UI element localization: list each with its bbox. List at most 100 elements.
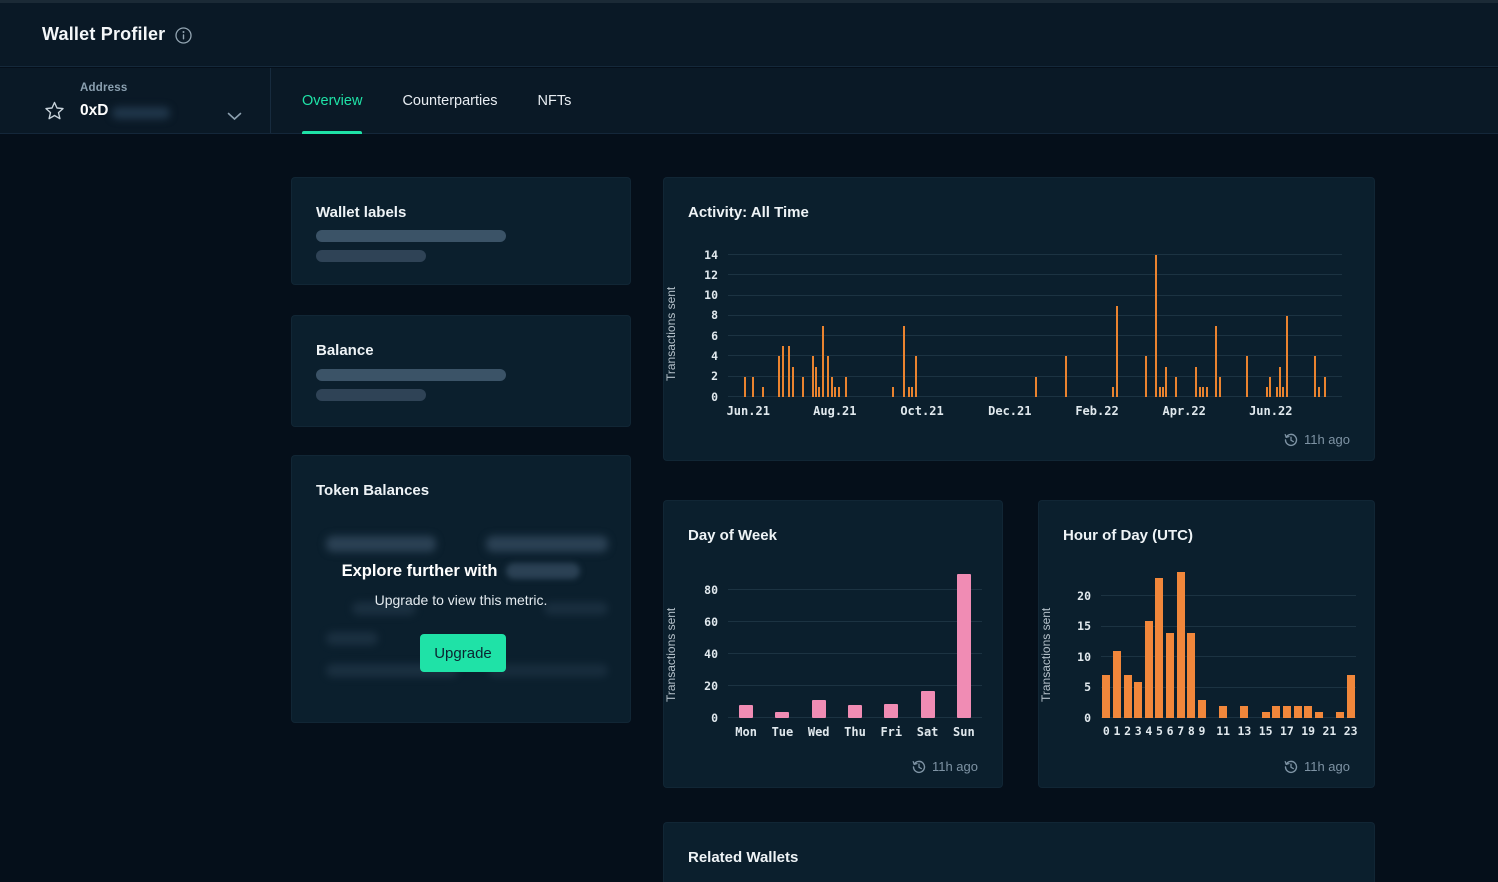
x-axis-tick: Aug.21 [813, 405, 856, 417]
tab-nfts[interactable]: NFTs [538, 68, 572, 133]
chart-bar [921, 691, 935, 718]
gridline [728, 685, 982, 686]
wallet-labels-card: Wallet labels [291, 177, 631, 285]
x-axis-tick: 2 [1124, 726, 1131, 738]
x-axis-tick: 4 [1145, 726, 1152, 738]
x-axis-tick: 13 [1238, 726, 1252, 738]
chart-bar [1165, 367, 1167, 397]
vertical-divider [270, 68, 271, 133]
chart-bar [1304, 706, 1312, 718]
chart-bar [1246, 356, 1248, 397]
chart-bar [1219, 377, 1221, 397]
blurred-token-row [326, 632, 378, 645]
upgrade-button[interactable]: Upgrade [420, 634, 506, 672]
tab-bar: Overview Counterparties NFTs [302, 68, 571, 133]
chart-bar [1279, 367, 1281, 397]
upgrade-overlay-heading: Explore further with [292, 562, 630, 581]
x-axis-tick: 3 [1135, 726, 1142, 738]
tab-overview[interactable]: Overview [302, 68, 362, 133]
address-redacted-blur [112, 107, 170, 119]
hour-last-updated: 11h ago [1284, 759, 1350, 774]
chart-bar [822, 326, 824, 397]
chart-bar [1155, 255, 1157, 397]
chart-bar [1199, 387, 1201, 397]
gridline [728, 621, 982, 622]
activity-chart-title: Activity: All Time [688, 204, 809, 221]
chart-bar [775, 712, 789, 718]
blurred-token-row [486, 536, 608, 552]
address-selector[interactable]: Address 0xD [0, 68, 270, 133]
x-axis-tick: Tue [772, 726, 794, 738]
chart-bar [1272, 706, 1280, 718]
y-axis-tick: 5 [1084, 682, 1091, 694]
skeleton-pill [316, 250, 426, 262]
gridline [728, 315, 1342, 316]
gridline [728, 355, 1342, 356]
chart-bar [1206, 387, 1208, 397]
chart-bar [908, 387, 910, 397]
y-axis-tick: 80 [704, 584, 718, 596]
x-axis-tick: 11 [1216, 726, 1230, 738]
chart-bar [884, 704, 898, 718]
chart-bar [1283, 706, 1291, 718]
hour-of-day-card: Hour of Day (UTC) Transactions sent 0510… [1038, 500, 1375, 788]
day-of-week-card: Day of Week Transactions sent 020406080M… [663, 500, 1003, 788]
chart-bar [1155, 578, 1163, 718]
day-of-week-title: Day of Week [688, 527, 777, 544]
chart-bar [812, 356, 814, 397]
chart-bar [838, 387, 840, 397]
chart-bar [815, 367, 817, 397]
x-axis-tick: Wed [808, 726, 830, 738]
chart-bar [831, 377, 833, 397]
x-axis-tick: 0 [1103, 726, 1110, 738]
token-balances-title: Token Balances [316, 482, 429, 499]
x-axis-tick: 6 [1167, 726, 1174, 738]
activity-chart-plot: 02468101214Jun.21Aug.21Oct.21Dec.21Feb.2… [728, 245, 1342, 397]
chart-bar [1162, 387, 1164, 397]
day-last-updated: 11h ago [912, 759, 978, 774]
chart-bar [903, 326, 905, 397]
day-of-week-plot: 020406080MonTueWedThuFriSatSun [728, 566, 982, 718]
activity-y-axis-label: Transactions sent [664, 287, 678, 381]
chart-bar [1198, 700, 1206, 718]
info-icon[interactable] [175, 27, 192, 44]
gridline [1101, 656, 1356, 657]
y-axis-tick: 10 [704, 290, 718, 302]
gridline [728, 254, 1342, 255]
skeleton-pill [316, 369, 506, 381]
chart-bar [827, 356, 829, 397]
blurred-token-row [326, 536, 436, 552]
chart-bar [812, 700, 826, 718]
chart-bar [834, 387, 836, 397]
x-axis-tick: 21 [1323, 726, 1337, 738]
x-axis-tick: Jun.21 [727, 405, 770, 417]
hour-of-day-plot: 05101520012345678911131517192123 [1101, 566, 1356, 718]
page-title: Wallet Profiler [42, 24, 165, 45]
y-axis-tick: 20 [1077, 591, 1091, 603]
chart-bar [1035, 377, 1037, 397]
chart-bar [1065, 356, 1067, 397]
balance-card: Balance [291, 315, 631, 427]
chart-bar [1315, 712, 1323, 718]
related-wallets-card: Related Wallets [663, 822, 1375, 882]
chart-bar [957, 574, 971, 718]
x-axis-tick: Feb.22 [1075, 405, 1118, 417]
chart-bar [782, 346, 784, 397]
favorite-star-icon[interactable] [44, 101, 65, 126]
chart-bar [1266, 387, 1268, 397]
x-axis-tick: 1 [1113, 726, 1120, 738]
chart-bar [1187, 633, 1195, 718]
chart-bar [1294, 706, 1302, 718]
chart-bar [845, 377, 847, 397]
y-axis-tick: 0 [711, 712, 718, 724]
chevron-down-icon[interactable] [227, 108, 242, 126]
x-axis-tick: 19 [1301, 726, 1315, 738]
y-axis-tick: 14 [704, 249, 718, 261]
chart-bar [1286, 316, 1288, 397]
tab-counterparties[interactable]: Counterparties [402, 68, 497, 133]
gridline [728, 295, 1342, 296]
y-axis-tick: 12 [704, 270, 718, 282]
chart-bar [1116, 306, 1118, 397]
chart-bar [1159, 387, 1161, 397]
x-axis-tick: Fri [880, 726, 902, 738]
